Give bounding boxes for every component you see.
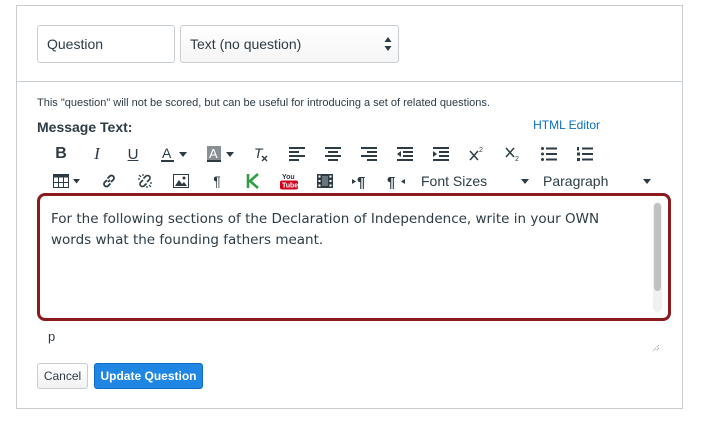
resize-handle-icon[interactable] xyxy=(650,342,660,352)
editor-content[interactable]: For the following sections of the Declar… xyxy=(51,209,641,251)
update-question-button[interactable]: Update Question xyxy=(94,363,203,389)
svg-text:A: A xyxy=(162,146,172,161)
paragraph-dropdown[interactable]: Paragraph xyxy=(535,169,657,193)
indent-icon[interactable] xyxy=(423,142,459,166)
underline-icon[interactable]: U xyxy=(115,142,151,166)
table-icon[interactable] xyxy=(43,169,91,193)
message-text-label: Message Text: xyxy=(37,119,133,135)
paragraph-label: Paragraph xyxy=(543,173,609,189)
svg-text:2: 2 xyxy=(479,147,483,154)
superscript-icon[interactable]: 2 xyxy=(459,142,495,166)
question-type-value: Text (no question) xyxy=(190,36,302,52)
svg-text:A: A xyxy=(209,146,218,161)
ltr-icon[interactable]: ¶ xyxy=(343,169,379,193)
kaltura-icon[interactable] xyxy=(235,169,271,193)
scrollbar-thumb[interactable] xyxy=(654,203,661,291)
unlink-icon[interactable] xyxy=(127,169,163,193)
svg-text:¶: ¶ xyxy=(357,174,365,189)
question-note: This "question" will not be scored, but … xyxy=(37,97,490,109)
youtube-you-text: You xyxy=(282,174,295,181)
svg-text:T: T xyxy=(254,146,264,161)
editor-toolbar-row-2: ¶ You Tube ¶ ¶ Font Sizes Paragraph xyxy=(43,169,657,193)
message-editor[interactable]: For the following sections of the Declar… xyxy=(37,193,671,321)
editor-scrollbar[interactable] xyxy=(653,202,662,312)
numbered-list-icon[interactable] xyxy=(567,142,603,166)
italic-icon[interactable]: I xyxy=(79,142,115,166)
question-form: Question Text (no question) This "questi… xyxy=(16,5,683,409)
svg-text:¶: ¶ xyxy=(387,174,395,189)
youtube-icon[interactable]: You Tube xyxy=(271,169,307,193)
pilcrow-icon[interactable]: ¶ xyxy=(199,169,235,193)
editor-toolbar-row-1: B I U A A T 2 2 xyxy=(43,142,603,166)
element-path: p xyxy=(48,329,56,344)
align-center-icon[interactable] xyxy=(315,142,351,166)
align-left-icon[interactable] xyxy=(279,142,315,166)
chevron-down-icon xyxy=(643,178,651,184)
outdent-icon[interactable] xyxy=(387,142,423,166)
text-color-icon[interactable]: A xyxy=(151,142,201,166)
question-name-input[interactable]: Question xyxy=(37,25,175,63)
bold-icon[interactable]: B xyxy=(43,142,79,166)
clear-formatting-icon[interactable]: T xyxy=(243,142,279,166)
subscript-icon[interactable]: 2 xyxy=(495,142,531,166)
link-icon[interactable] xyxy=(91,169,127,193)
cancel-button[interactable]: Cancel xyxy=(37,363,88,389)
select-arrows-icon xyxy=(384,37,392,51)
question-header: Question Text (no question) xyxy=(17,6,682,82)
svg-text:2: 2 xyxy=(515,156,519,162)
background-color-icon[interactable]: A xyxy=(201,142,243,166)
rtl-icon[interactable]: ¶ xyxy=(379,169,413,193)
youtube-tube-text: Tube xyxy=(282,183,298,190)
html-editor-link[interactable]: HTML Editor xyxy=(533,118,600,132)
question-type-select[interactable]: Text (no question) xyxy=(180,25,399,63)
chevron-down-icon xyxy=(521,178,529,184)
font-sizes-dropdown[interactable]: Font Sizes xyxy=(413,169,535,193)
align-right-icon[interactable] xyxy=(351,142,387,166)
font-sizes-label: Font Sizes xyxy=(421,173,488,189)
image-icon[interactable] xyxy=(163,169,199,193)
bullet-list-icon[interactable] xyxy=(531,142,567,166)
media-icon[interactable] xyxy=(307,169,343,193)
